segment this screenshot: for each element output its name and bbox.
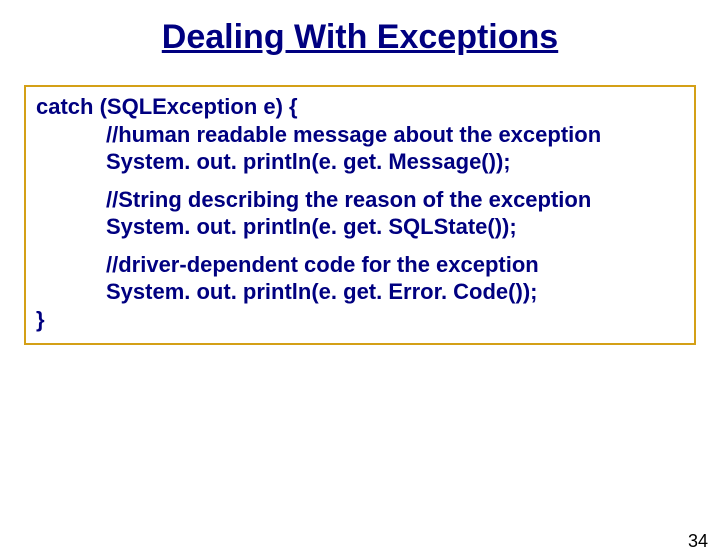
code-line-print-errorcode: System. out. println(e. get. Error. Code… <box>36 278 684 306</box>
code-line-comment-errorcode: //driver-dependent code for the exceptio… <box>36 251 684 279</box>
code-line-catch: catch (SQLException e) { <box>36 93 684 121</box>
slide-title: Dealing With Exceptions <box>0 18 720 57</box>
code-block: catch (SQLException e) { //human readabl… <box>24 85 696 345</box>
code-line-comment-sqlstate: //String describing the reason of the ex… <box>36 186 684 214</box>
code-line-comment-message: //human readable message about the excep… <box>36 121 684 149</box>
code-line-print-message: System. out. println(e. get. Message()); <box>36 148 684 176</box>
code-line-print-sqlstate: System. out. println(e. get. SQLState())… <box>36 213 684 241</box>
page-number: 34 <box>688 531 708 552</box>
code-line-closebrace: } <box>36 306 684 334</box>
